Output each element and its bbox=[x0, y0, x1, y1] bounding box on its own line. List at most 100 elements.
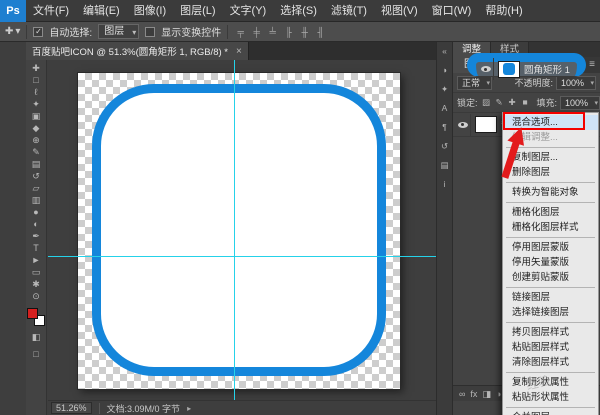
align-top-icon[interactable]: ╤ bbox=[234, 27, 247, 37]
context-menu-item[interactable]: 选择链接图层 bbox=[503, 305, 598, 320]
layer-style-icon[interactable]: fx bbox=[470, 386, 477, 402]
fill-value: 100% bbox=[565, 98, 588, 108]
chevron-down-icon: ▾ bbox=[15, 26, 20, 37]
tool-button[interactable]: ℓ bbox=[27, 86, 46, 98]
tool-preset-picker[interactable]: ✚ ▾ bbox=[5, 26, 20, 37]
opacity-dropdown[interactable]: 100% ▾ bbox=[556, 76, 596, 90]
lock-all-icon[interactable]: ■ bbox=[520, 97, 531, 108]
menu-item[interactable]: 编辑(E) bbox=[76, 5, 127, 17]
tool-mode-button[interactable]: ◧ bbox=[27, 331, 46, 343]
tools-panel: ✚□ℓ✦▣◆⊕✎▤↺▱▥●◐✒T►▭✱⊙ ◧□ bbox=[26, 60, 47, 415]
context-menu-item[interactable]: 停用图层蒙版 bbox=[503, 240, 598, 255]
context-menu-item[interactable]: 清除图层样式 bbox=[503, 355, 598, 370]
properties-panel-icon[interactable]: ▤ bbox=[437, 159, 452, 171]
fill-dropdown[interactable]: 100% ▾ bbox=[560, 96, 600, 110]
fill-label: 填充: bbox=[537, 96, 558, 109]
collapse-panels-icon[interactable]: « bbox=[437, 45, 452, 57]
tool-button[interactable]: ✒ bbox=[27, 230, 46, 242]
history-panel-icon[interactable]: ↺ bbox=[437, 140, 452, 152]
styles-panel-icon[interactable]: ✦ bbox=[437, 83, 452, 95]
tool-button[interactable]: ✱ bbox=[27, 278, 46, 290]
menu-item[interactable]: 图像(I) bbox=[127, 5, 173, 17]
tool-button[interactable]: ▭ bbox=[27, 266, 46, 278]
tool-button[interactable]: ✎ bbox=[27, 146, 46, 158]
align-middle-icon[interactable]: ╪ bbox=[250, 27, 263, 37]
lock-pixels-icon[interactable]: ✎ bbox=[494, 97, 505, 108]
context-menu-item[interactable]: 粘贴图层样式 bbox=[503, 340, 598, 355]
info-panel-icon[interactable]: i bbox=[437, 178, 452, 190]
color-swatches bbox=[27, 308, 45, 326]
context-menu-item[interactable]: 创建剪贴蒙版 bbox=[503, 270, 598, 285]
context-menu-item[interactable]: 转换为智能对象 bbox=[503, 185, 598, 200]
menu-item[interactable]: 滤镜(T) bbox=[324, 5, 374, 17]
tool-button[interactable]: ▥ bbox=[27, 194, 46, 206]
tool-button[interactable]: ▤ bbox=[27, 158, 46, 170]
tool-mode-button[interactable]: □ bbox=[27, 348, 46, 360]
layers-panel-menu-icon[interactable]: ≡ bbox=[584, 57, 600, 73]
align-right-icon[interactable]: ╢ bbox=[314, 27, 327, 37]
add-mask-icon[interactable]: ◨ bbox=[482, 386, 491, 402]
close-icon[interactable]: × bbox=[236, 46, 242, 57]
status-bar: 51.26% 文档:3.09M/0 字节 ▸ bbox=[48, 400, 436, 415]
tool-button[interactable]: ▣ bbox=[27, 110, 46, 122]
menu-item[interactable]: 文件(F) bbox=[26, 5, 76, 17]
tool-button[interactable]: ✚ bbox=[27, 62, 46, 74]
tool-button[interactable]: ⊙ bbox=[27, 290, 46, 302]
adjustment-layer-icon[interactable]: ◑ bbox=[496, 386, 501, 402]
menubar: Ps 文件(F)编辑(E)图像(I)图层(L)文字(Y)选择(S)滤镜(T)视图… bbox=[0, 0, 600, 22]
menu-item[interactable]: 选择(S) bbox=[273, 5, 324, 17]
lock-transparency-icon[interactable]: ▨ bbox=[481, 97, 492, 108]
divider bbox=[227, 25, 228, 39]
menu-item[interactable]: 视图(V) bbox=[374, 5, 425, 17]
tool-button[interactable]: ► bbox=[27, 254, 46, 266]
tool-button[interactable]: □ bbox=[27, 74, 46, 86]
chevron-down-icon: ▾ bbox=[590, 78, 594, 90]
context-menu-item[interactable]: 链接图层 bbox=[503, 290, 598, 305]
context-menu-item[interactable]: 拷贝图层样式 bbox=[503, 325, 598, 340]
layer-visibility-toggle[interactable] bbox=[455, 114, 471, 136]
lock-position-icon[interactable]: ✚ bbox=[507, 97, 518, 108]
auto-select-label: 自动选择: bbox=[49, 24, 92, 39]
menu-item[interactable]: 文字(Y) bbox=[223, 5, 274, 17]
tool-button[interactable]: ↺ bbox=[27, 170, 46, 182]
show-transform-checkbox[interactable] bbox=[145, 27, 155, 37]
options-bar: ✚ ▾ ✓ 自动选择: 图层 ▾ 显示变换控件 ╤╪╧╟╫╢ bbox=[0, 22, 600, 42]
layer-row[interactable]: 圆角矩形 1 bbox=[467, 53, 586, 77]
foreground-color-swatch[interactable] bbox=[27, 308, 38, 319]
link-layers-icon[interactable]: ∞ bbox=[459, 386, 465, 402]
auto-select-checkbox[interactable]: ✓ bbox=[33, 27, 43, 37]
layer-thumbnail[interactable] bbox=[498, 61, 520, 78]
tool-button[interactable]: ✦ bbox=[27, 98, 46, 110]
menu-item[interactable]: 窗口(W) bbox=[425, 5, 479, 17]
character-panel-icon[interactable]: A bbox=[437, 102, 452, 114]
tool-button[interactable]: ● bbox=[27, 206, 46, 218]
context-menu-item[interactable]: 停用矢量蒙版 bbox=[503, 255, 598, 270]
context-menu-item[interactable]: 粘贴形状属性 bbox=[503, 390, 598, 405]
tool-button[interactable]: ⊕ bbox=[27, 134, 46, 146]
show-transform-label: 显示变换控件 bbox=[161, 24, 221, 39]
document-tab[interactable]: 百度贴吧ICON @ 51.3%(圆角矩形 1, RGB/8) * × bbox=[26, 42, 249, 60]
context-menu-item[interactable]: 栅格化图层 bbox=[503, 205, 598, 220]
paragraph-panel-icon[interactable]: ¶ bbox=[437, 121, 452, 133]
tool-button[interactable]: T bbox=[27, 242, 46, 254]
align-left-icon[interactable]: ╟ bbox=[282, 27, 295, 37]
photoshop-window: Ps 文件(F)编辑(E)图像(I)图层(L)文字(Y)选择(S)滤镜(T)视图… bbox=[0, 0, 600, 415]
context-menu-item[interactable]: 合并图层 bbox=[503, 410, 598, 415]
menu-item[interactable]: 帮助(H) bbox=[478, 5, 529, 17]
tool-button[interactable]: ◆ bbox=[27, 122, 46, 134]
zoom-level-field[interactable]: 51.26% bbox=[51, 402, 92, 414]
rounded-rectangle-shape[interactable] bbox=[92, 84, 386, 376]
context-menu-item[interactable]: 栅格化图层样式 bbox=[503, 220, 598, 235]
tool-button[interactable]: ▱ bbox=[27, 182, 46, 194]
tool-button[interactable]: ◐ bbox=[27, 218, 46, 230]
document-canvas[interactable] bbox=[78, 73, 400, 389]
canvas-viewport[interactable] bbox=[48, 60, 436, 400]
auto-select-dropdown[interactable]: 图层 ▾ bbox=[98, 24, 139, 39]
layer-visibility-toggle[interactable] bbox=[478, 58, 494, 80]
align-bottom-icon[interactable]: ╧ bbox=[266, 27, 279, 37]
status-options-icon[interactable]: ▸ bbox=[187, 404, 191, 413]
align-center-icon[interactable]: ╫ bbox=[298, 27, 311, 37]
document-tab-bar: 百度贴吧ICON @ 51.3%(圆角矩形 1, RGB/8) * × bbox=[26, 42, 436, 60]
menu-item[interactable]: 图层(L) bbox=[173, 5, 222, 17]
adjustments-panel-icon[interactable]: ◑ bbox=[437, 64, 452, 76]
